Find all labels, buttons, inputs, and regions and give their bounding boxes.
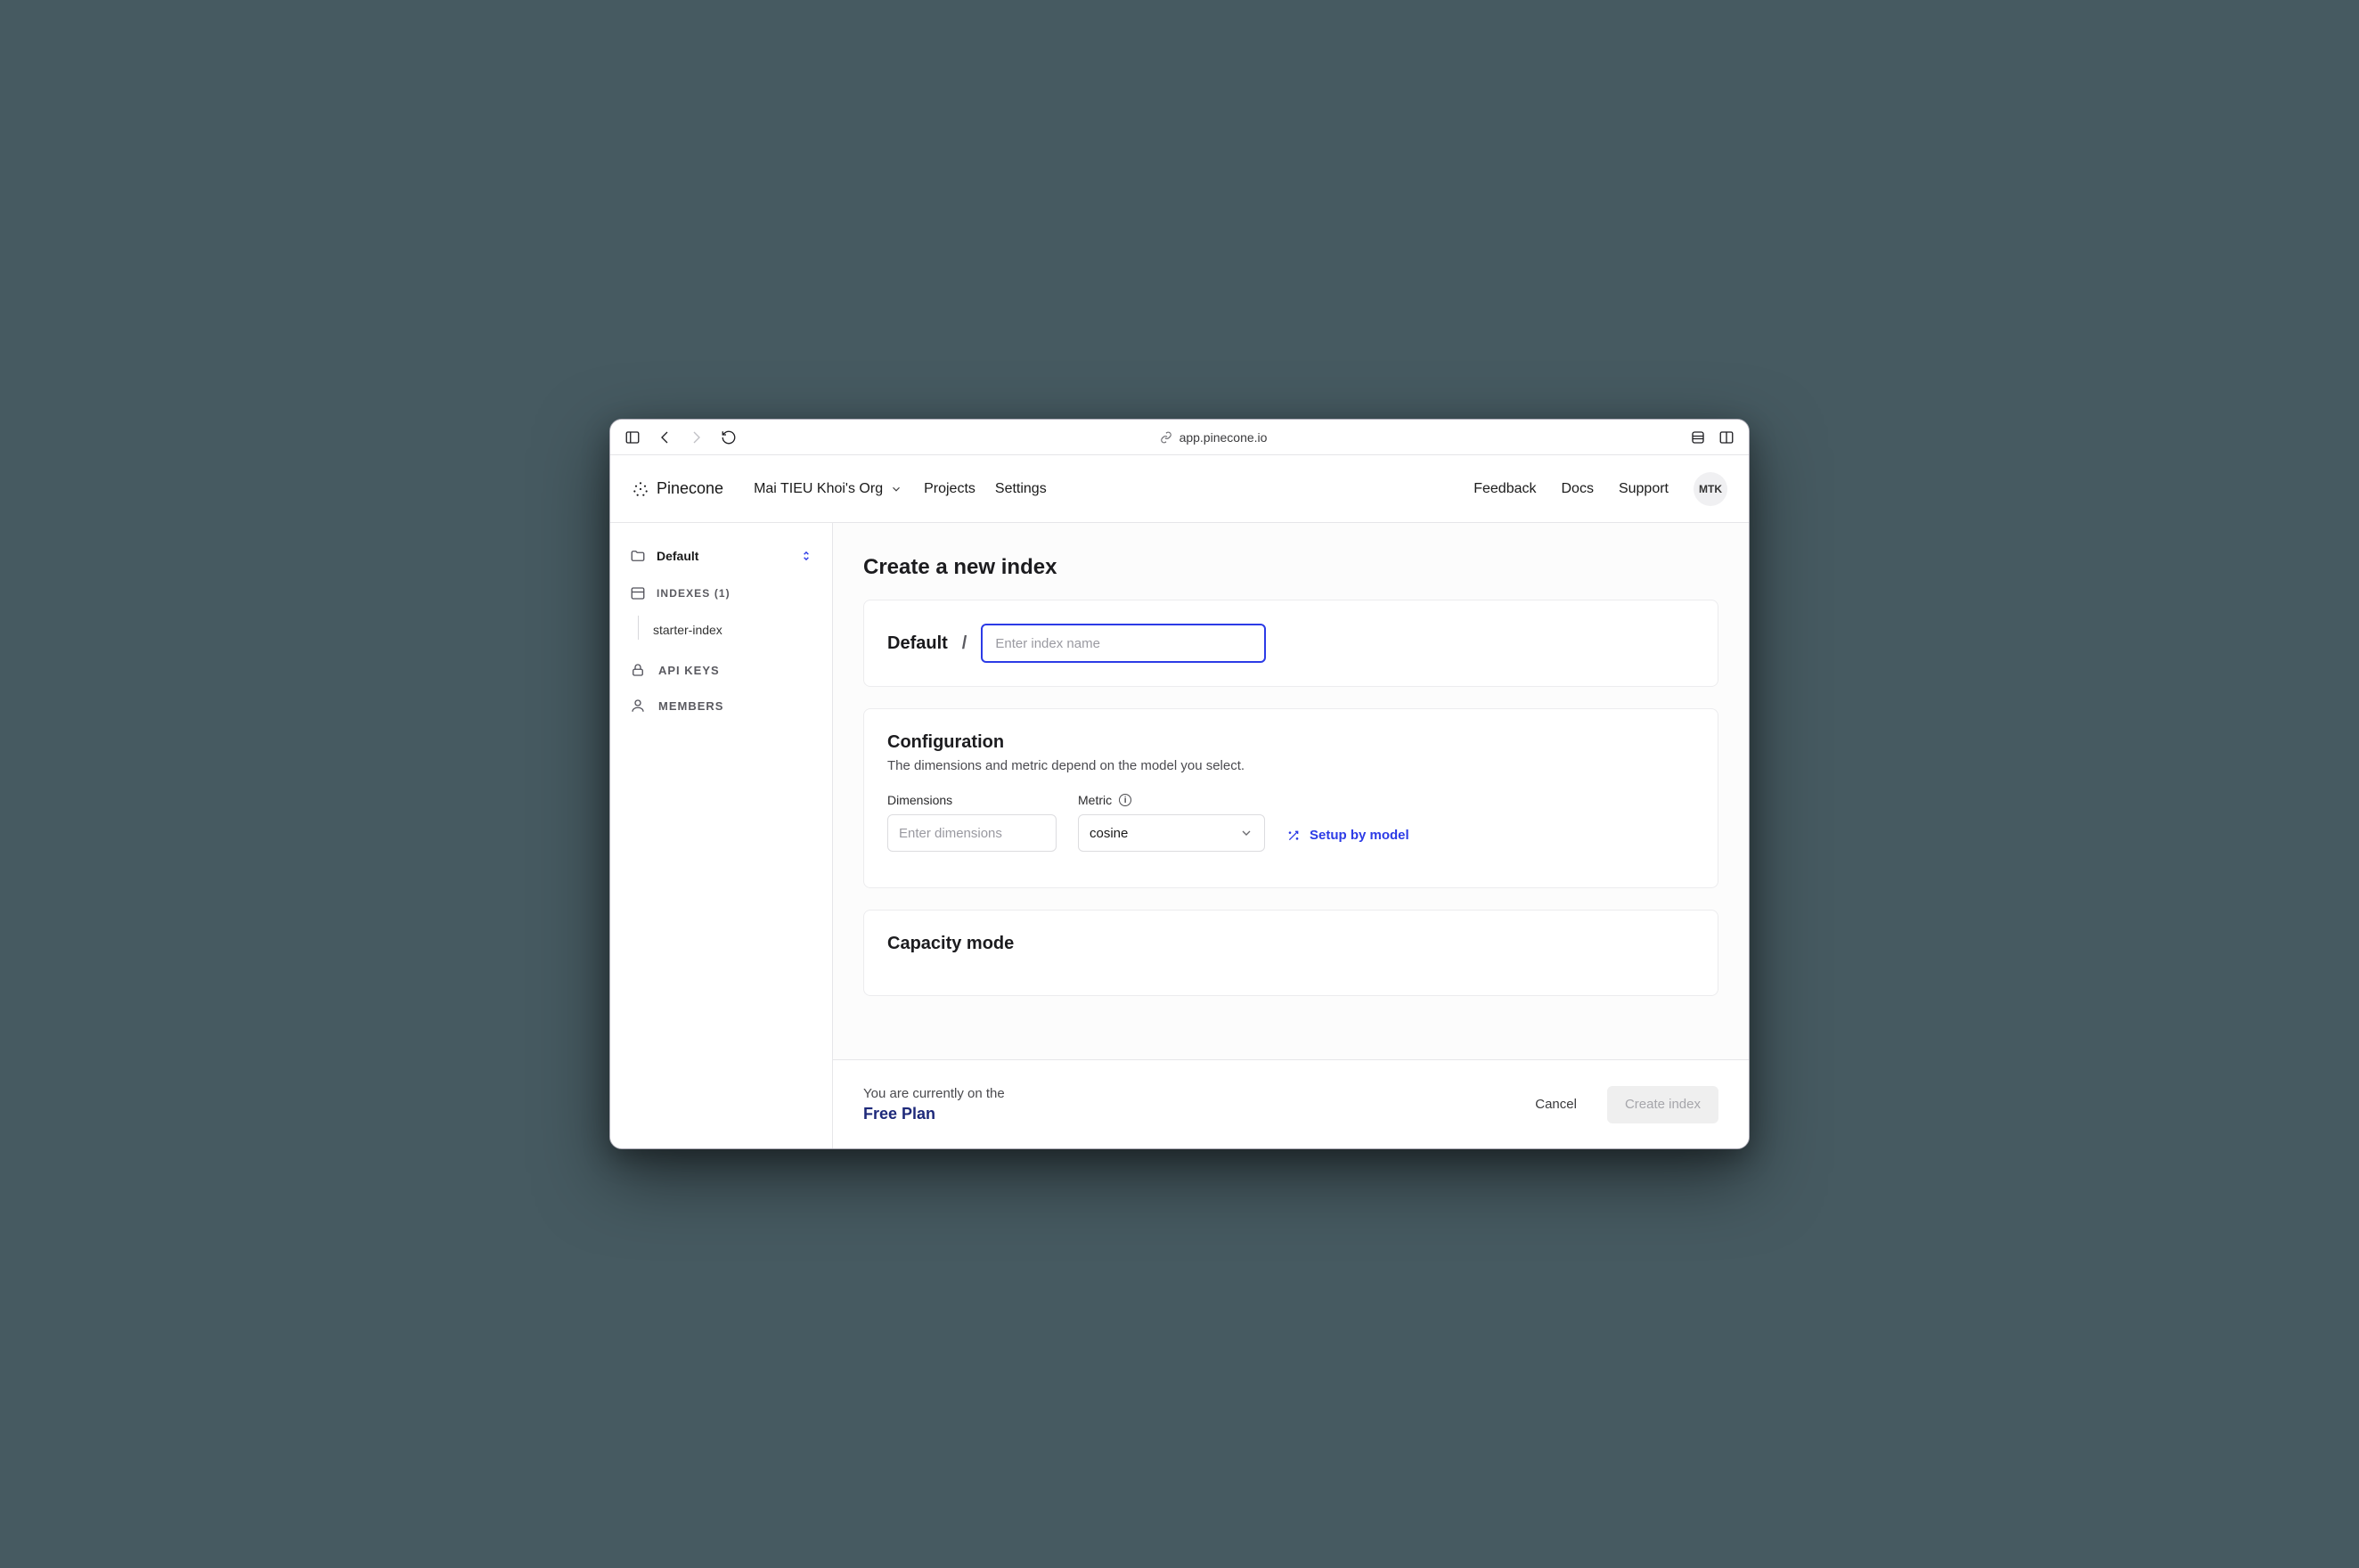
scroll-content: Create a new index Default / Configurati… xyxy=(833,523,1749,1059)
info-icon[interactable]: i xyxy=(1119,794,1131,806)
avatar-initials: MTK xyxy=(1699,483,1722,495)
brand[interactable]: Pinecone xyxy=(632,479,723,498)
footer-bar: You are currently on the Free Plan Cance… xyxy=(833,1059,1749,1148)
forward-icon xyxy=(689,429,705,445)
browser-toolbar: app.pinecone.io xyxy=(610,420,1749,455)
nav-settings[interactable]: Settings xyxy=(995,481,1047,497)
app-header: Pinecone Mai TIEU Khoi's Org Projects Se… xyxy=(610,455,1749,523)
members-label: MEMBERS xyxy=(658,699,723,713)
tabs-icon[interactable] xyxy=(1718,429,1735,445)
brand-text: Pinecone xyxy=(657,479,723,498)
index-name-input[interactable] xyxy=(981,624,1266,663)
back-icon[interactable] xyxy=(657,429,673,445)
nav-projects[interactable]: Projects xyxy=(924,481,975,497)
database-icon xyxy=(630,585,646,601)
sort-icon xyxy=(800,550,812,562)
plan-name[interactable]: Free Plan xyxy=(863,1105,1005,1123)
folder-icon xyxy=(630,548,646,564)
config-title: Configuration xyxy=(887,732,1694,753)
url-text: app.pinecone.io xyxy=(1180,430,1268,445)
indexes-label: INDEXES (1) xyxy=(657,587,731,600)
dimensions-label: Dimensions xyxy=(887,793,1057,807)
config-subtitle: The dimensions and metric depend on the … xyxy=(887,758,1694,773)
index-name-card: Default / xyxy=(863,600,1718,687)
nav-docs[interactable]: Docs xyxy=(1562,481,1594,497)
lock-icon xyxy=(630,662,646,678)
sidebar-indexes-header[interactable]: INDEXES (1) xyxy=(623,580,820,607)
app-body: Default INDEXES (1) starter-index API KE… xyxy=(610,523,1749,1148)
index-prefix: Default xyxy=(887,633,948,654)
plan-note: You are currently on the xyxy=(863,1086,1005,1101)
reload-icon[interactable] xyxy=(721,429,737,445)
avatar[interactable]: MTK xyxy=(1694,472,1727,506)
chevron-down-icon xyxy=(890,483,902,495)
chevron-down-icon xyxy=(1239,826,1253,840)
user-icon xyxy=(630,698,646,714)
capacity-card: Capacity mode xyxy=(863,910,1718,996)
sidebar-api-keys[interactable]: API KEYS xyxy=(623,655,820,685)
project-name: Default xyxy=(657,549,698,563)
nav-feedback[interactable]: Feedback xyxy=(1473,481,1536,497)
app-window: app.pinecone.io Pinecone Mai TIEU Khoi's… xyxy=(609,419,1750,1149)
create-index-button: Create index xyxy=(1607,1086,1718,1123)
api-keys-label: API KEYS xyxy=(658,664,720,677)
address-bar[interactable]: app.pinecone.io xyxy=(749,430,1677,445)
setup-link-text: Setup by model xyxy=(1310,828,1409,843)
configuration-card: Configuration The dimensions and metric … xyxy=(863,708,1718,888)
project-selector[interactable]: Default xyxy=(623,543,820,569)
metric-select[interactable]: cosine xyxy=(1078,814,1265,852)
page-title: Create a new index xyxy=(863,555,1718,580)
nav-support[interactable]: Support xyxy=(1619,481,1669,497)
dimensions-field: Dimensions xyxy=(887,793,1057,852)
sidebar-members[interactable]: MEMBERS xyxy=(623,690,820,721)
sidebar-toggle-icon[interactable] xyxy=(624,429,641,445)
cancel-button[interactable]: Cancel xyxy=(1517,1086,1595,1123)
org-name: Mai TIEU Khoi's Org xyxy=(754,481,883,497)
metric-field: Metric i cosine xyxy=(1078,793,1265,852)
sidebar-index-item[interactable]: starter-index xyxy=(623,617,820,642)
plan-info: You are currently on the Free Plan xyxy=(863,1086,1005,1123)
metric-label: Metric i xyxy=(1078,793,1265,807)
link-icon xyxy=(1160,431,1172,444)
sidebar: Default INDEXES (1) starter-index API KE… xyxy=(610,523,833,1148)
metric-value: cosine xyxy=(1090,826,1128,841)
pinecone-logo-icon xyxy=(632,480,649,498)
setup-by-model-link[interactable]: Setup by model xyxy=(1286,828,1409,852)
dimensions-input[interactable] xyxy=(887,814,1057,852)
main-content: Create a new index Default / Configurati… xyxy=(833,523,1749,1148)
org-dropdown[interactable]: Mai TIEU Khoi's Org xyxy=(748,476,908,502)
capacity-title: Capacity mode xyxy=(887,934,1694,954)
wand-icon xyxy=(1286,829,1301,843)
extensions-icon[interactable] xyxy=(1690,429,1706,445)
slash-separator: / xyxy=(962,633,967,654)
